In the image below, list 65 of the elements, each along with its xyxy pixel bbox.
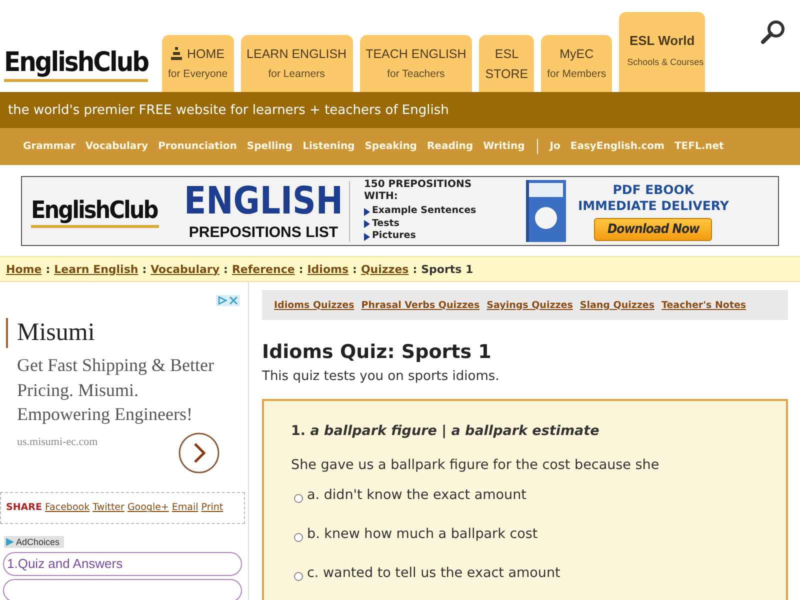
banner-subtitle: PREPOSITIONS LIST [188, 222, 338, 242]
quiz-link[interactable]: Idioms Quizzes [274, 300, 354, 310]
download-button[interactable]: Download Now [594, 218, 712, 240]
banner-title: ENGLISH [184, 179, 343, 224]
breadcrumb-link[interactable]: Quizzes [360, 262, 409, 276]
breadcrumb-link[interactable]: Reference [232, 262, 295, 276]
site-logo[interactable]: EnglishClub [4, 48, 148, 82]
banner-bullet: Pictures [372, 230, 416, 243]
side-ad[interactable]: Misumi Get Fast Shipping & Better Pricing. Misumi. Empowering Engineers! us.misumi-ec.com [0, 282, 248, 484]
nav-tab[interactable]: ESL STORE [479, 35, 534, 92]
adchoices-close-icon[interactable] [216, 295, 240, 306]
banner-bullet: Tests [372, 218, 400, 230]
share-link[interactable]: Twitter [92, 502, 124, 514]
question-heading: 1. a ballpark figure | a ballpark estimate [291, 423, 600, 439]
ad-link[interactable]: 1.Quiz and Answers [3, 552, 242, 576]
ad-brand: Misumi [6, 318, 248, 348]
home-icon [171, 47, 182, 60]
intro-text: This quiz tests you on sports idioms. [262, 369, 500, 384]
banner-logo: EnglishClub [31, 194, 159, 228]
question-prompt: She gave us a ballpark figure for the cost because she [291, 457, 660, 473]
breadcrumb-link[interactable]: Home [6, 262, 42, 276]
banner-bullet: Example Sentences [372, 205, 476, 218]
ad-url: us.misumi-ec.com [17, 436, 98, 448]
tagline: the world's premier FREE website for learners + teachers of English [8, 102, 449, 118]
search-icon[interactable] [760, 19, 786, 45]
book-drawing [526, 180, 566, 242]
banner-delivery: IMMEDIATE DELIVERY [578, 198, 729, 214]
breadcrumb-link[interactable]: Vocabulary [150, 262, 220, 276]
ad-banner[interactable]: EnglishClub ENGLISH PREPOSITIONS LIST 150 PREPOSITIONS WITH: Example Sentences Tests Pictures PDF EBOOK IMMEDIATE DELIVERY Download Now [21, 176, 779, 246]
ad-text: Get Fast Shipping & Better Pricing. Misumi. Empowering Engineers! [17, 354, 215, 426]
nav-tab[interactable]: MyEC for Members [541, 35, 612, 92]
nav-tab[interactable]: TEACH ENGLISH for Teachers [360, 35, 472, 92]
nav-tab[interactable]: ESL World Schools & Courses [619, 12, 706, 92]
option-label[interactable]: a. didn't know the exact amount [307, 487, 526, 503]
arrow-button[interactable] [178, 432, 220, 474]
page-title: Idioms Quiz: Sports 1 [262, 341, 492, 363]
breadcrumb-link[interactable]: Idioms [307, 262, 349, 276]
triangle-icon [6, 538, 14, 546]
breadcrumb-separator: : [46, 262, 50, 276]
breadcrumb-current: Sports 1 [421, 262, 474, 276]
option-label[interactable]: c. wanted to tell us the exact amount [307, 565, 560, 581]
breadcrumb-separator: : [298, 262, 304, 276]
quiz-link[interactable]: Sayings Quizzes [486, 300, 573, 310]
breadcrumb-separator: : [412, 262, 418, 276]
breadcrumb-separator: : [352, 262, 357, 276]
radio-button[interactable] [294, 533, 303, 542]
share-link[interactable]: Email [172, 502, 198, 514]
radio-button[interactable] [294, 494, 303, 503]
share-label: SHARE [6, 502, 42, 514]
option-label[interactable]: b. knew how much a ballpark cost [307, 526, 538, 542]
radio-button[interactable] [294, 572, 303, 581]
nav-tab[interactable]: HOME for Everyone [162, 35, 234, 92]
quiz-link[interactable]: Teacher's Notes [662, 300, 746, 310]
quiz-link[interactable]: Slang Quizzes [580, 300, 654, 310]
share-link[interactable]: Google+ [127, 502, 169, 514]
breadcrumb-link[interactable]: Learn English [54, 262, 138, 276]
adchoices-label[interactable]: AdChoices [4, 536, 64, 548]
share-link[interactable]: Print [201, 502, 224, 514]
share-link[interactable]: Facebook [44, 502, 90, 514]
quiz-link[interactable]: Phrasal Verbs Quizzes [361, 300, 480, 310]
nav-tab[interactable]: LEARN ENGLISH for Learners [240, 35, 353, 92]
banner-offer: PDF EBOOK [612, 182, 694, 198]
breadcrumb-separator: : [142, 262, 147, 276]
banner-lead: 150 PREPOSITIONS WITH: [364, 179, 473, 204]
breadcrumb-separator: : [224, 262, 228, 276]
